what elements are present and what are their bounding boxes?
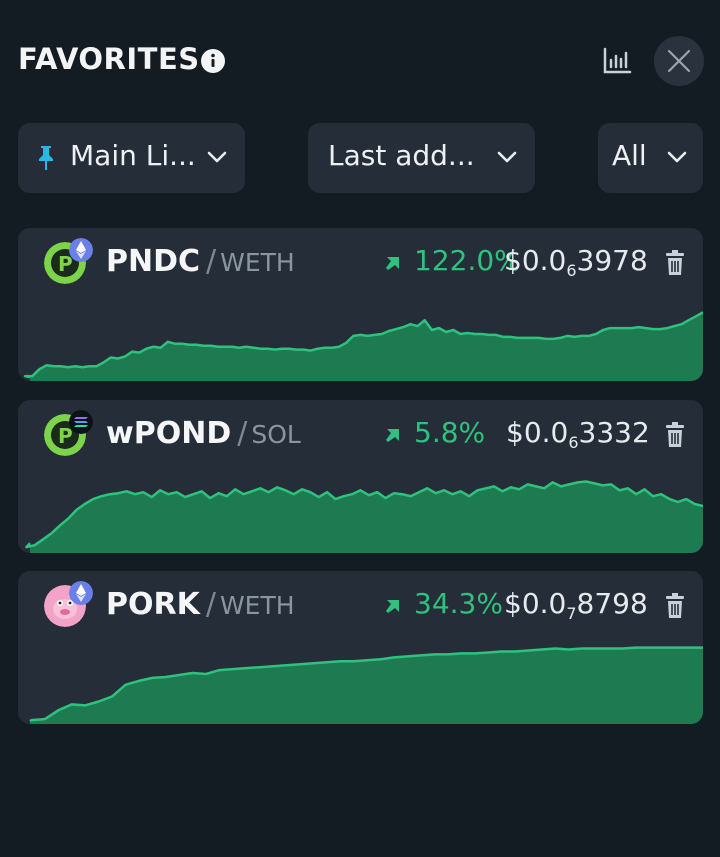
info-icon[interactable] [201,49,225,73]
trash-icon[interactable] [664,422,686,448]
token-symbol: PORK [106,587,200,622]
quote-symbol: WETH [219,591,295,620]
chevron-down-icon [207,151,227,163]
token-price: $0.063332 [506,416,650,452]
token-price: $0.078798 [504,587,648,623]
trend-up-icon [386,600,399,613]
ethereum-icon [69,581,93,605]
ethereum-icon [69,238,93,262]
token-symbol: wPOND [106,416,232,451]
pair-separator: / [237,416,248,451]
sparkline-area [30,647,703,724]
trend-up-icon [386,429,399,442]
favorite-card[interactable]: P wPOND / SOL 5.8% $0.063332 [18,400,703,553]
page-title: FAVORITES [18,42,200,76]
list-dropdown[interactable]: Main Li... [18,123,245,193]
sparkline-area [25,312,703,381]
quote-symbol: WETH [220,248,295,277]
bar-chart-icon[interactable] [602,47,632,75]
trash-icon[interactable] [664,593,686,619]
solana-icon [69,410,93,434]
price-change: 34.3% [414,587,503,620]
price-sparkline [25,480,703,553]
sort-dropdown[interactable]: Last add... [308,123,535,193]
favorite-card[interactable]: P PNDC / WETH 122.0% $0.063978 [18,228,703,381]
trash-icon[interactable] [664,250,686,276]
pair-separator: / [205,587,216,622]
close-icon [667,49,691,73]
pair-separator: / [206,244,217,279]
token-symbol: PNDC [106,244,201,279]
trend-up-icon [386,257,399,270]
favorites-header: FAVORITES [18,36,704,86]
chain-dropdown[interactable]: All [598,123,703,193]
favorite-card[interactable]: PORK / WETH 34.3% $0.078798 [18,571,703,724]
sort-dropdown-label: Last add... [328,139,475,172]
price-change: 5.8% [414,416,486,449]
chevron-down-icon [667,151,687,163]
chevron-down-icon [497,151,517,163]
pin-icon [39,146,53,170]
close-button[interactable] [654,36,704,86]
pair-label: wPOND / SOL [106,416,301,451]
quote-symbol: SOL [251,420,301,449]
price-sparkline [23,311,703,381]
list-dropdown-label: Main Li... [70,139,196,172]
filter-bar: Main Li... Last add... All [18,123,703,193]
token-price: $0.063978 [504,244,648,280]
price-sparkline [29,646,703,724]
pair-label: PORK / WETH [106,587,295,622]
chain-dropdown-label: All [612,139,647,172]
pair-label: PNDC / WETH [106,244,295,279]
